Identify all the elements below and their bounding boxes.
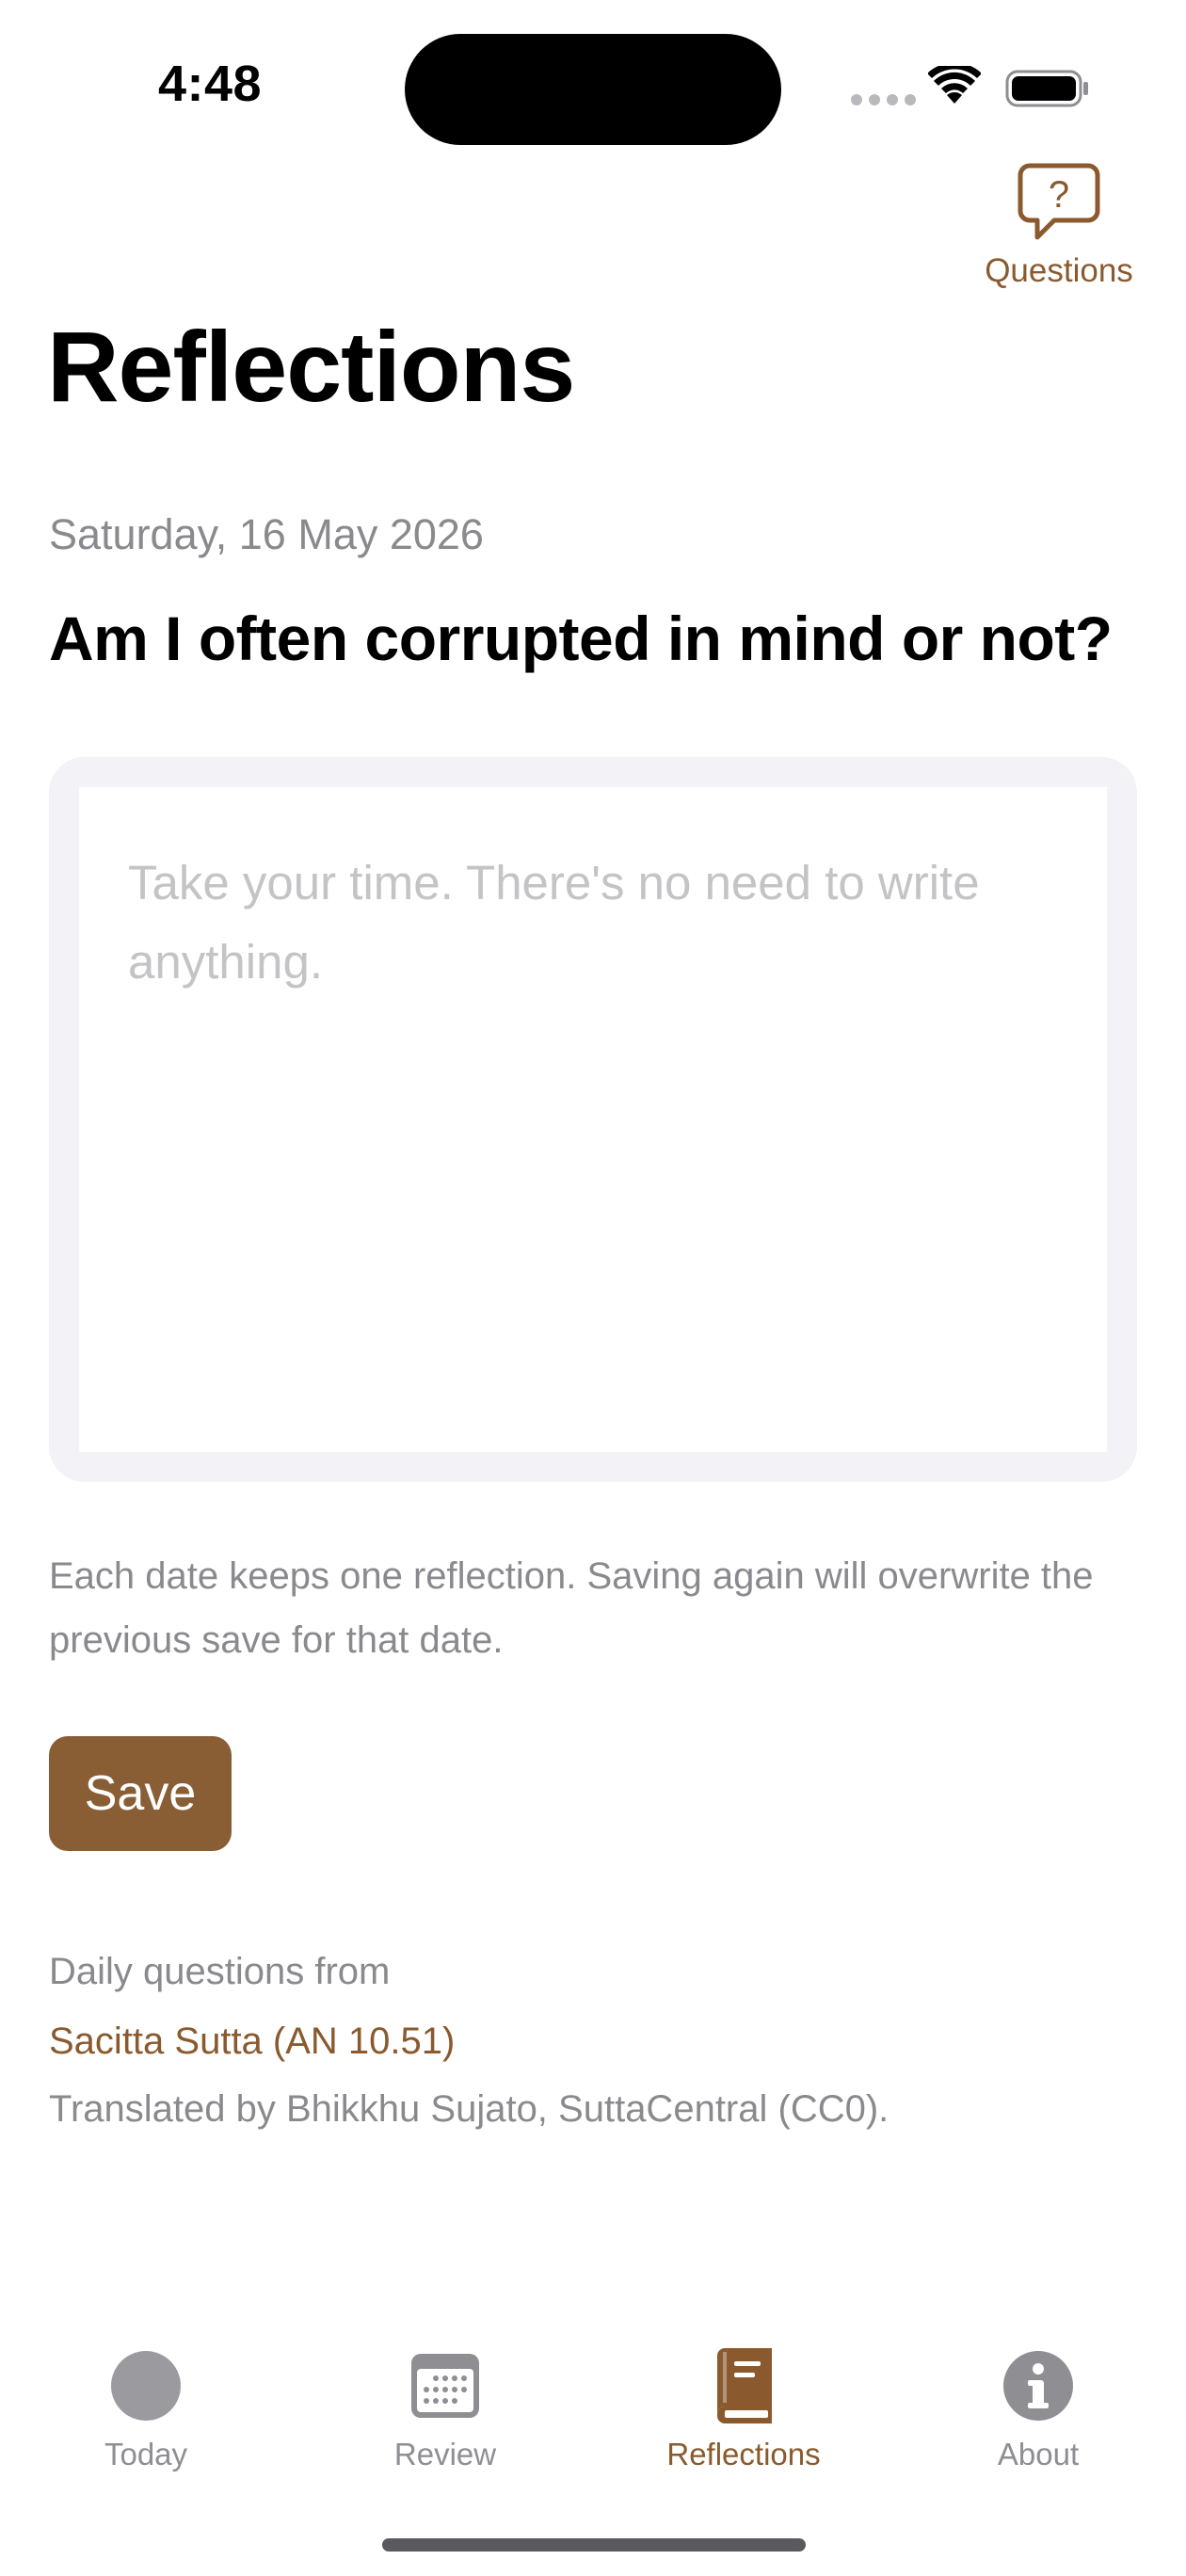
entry-date: Saturday, 16 May 2026 <box>49 510 484 558</box>
save-hint: Each date keeps one reflection. Saving a… <box>49 1555 1094 1661</box>
wifi-icon <box>928 66 981 104</box>
home-indicator <box>382 2538 806 2552</box>
tab-label: Today <box>104 2437 188 2471</box>
tab-label: Reflections <box>666 2437 821 2471</box>
question-bubble-icon: ? <box>1018 163 1100 240</box>
reflection-text-input[interactable] <box>79 787 1107 1452</box>
cellular-signal-icon <box>851 94 916 105</box>
tab-review[interactable]: Review <box>328 2326 563 2486</box>
translation-credit: Translated by Bhikkhu Sujato, SuttaCentr… <box>49 2088 890 2130</box>
tab-bar: Today Review Reflections About <box>0 2326 1186 2495</box>
status-time: 4:48 <box>158 56 263 112</box>
calendar-icon <box>411 2354 479 2418</box>
tab-today[interactable]: Today <box>28 2326 264 2486</box>
reflection-editor-frame <box>49 757 1137 1482</box>
daily-question: Am I often corrupted in mind or not? <box>49 604 1113 673</box>
save-button[interactable]: Save <box>49 1736 232 1851</box>
svg-text:?: ? <box>1049 174 1069 216</box>
tab-label: Review <box>393 2437 497 2471</box>
tab-about[interactable]: About <box>921 2326 1156 2486</box>
circle-icon <box>111 2351 181 2421</box>
info-icon <box>1003 2351 1073 2421</box>
questions-label: Questions <box>985 252 1133 289</box>
tab-reflections[interactable]: Reflections <box>626 2326 861 2486</box>
tab-label: About <box>997 2437 1080 2471</box>
questions-button[interactable]: ? Questions <box>970 162 1148 303</box>
dynamic-island <box>405 34 781 145</box>
battery-icon <box>1005 70 1088 107</box>
source-sutta-link[interactable]: Sacitta Sutta (AN 10.51) <box>49 2021 455 2063</box>
book-icon <box>717 2348 772 2423</box>
page-title: Reflections <box>47 312 575 423</box>
attribution-intro: Daily questions from <box>49 1951 391 1992</box>
